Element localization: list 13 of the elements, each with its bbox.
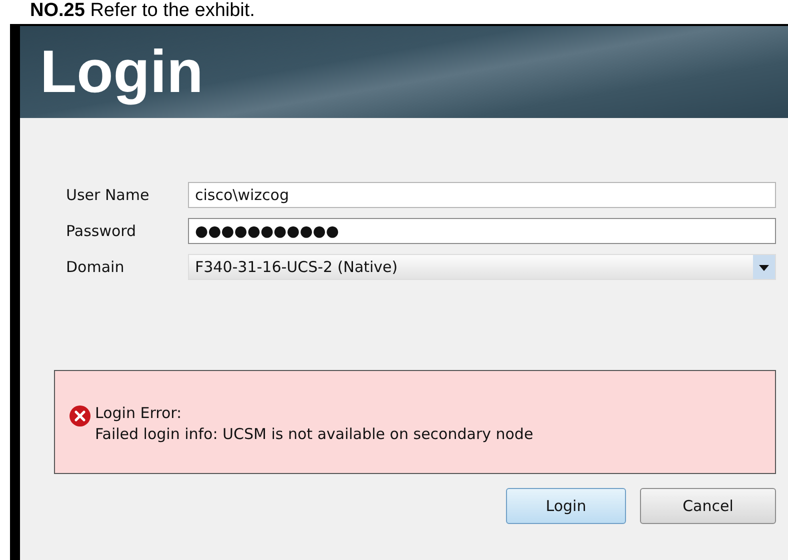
caption-text: NO.25 Refer to the exhibit. — [29, 0, 256, 22]
username-field[interactable]: cisco\wizcog — [188, 182, 776, 208]
domain-dropdown[interactable]: F340-31-16-UCS-2 (Native) — [188, 254, 776, 280]
password-field[interactable]: ●●●●●●●●●●● — [188, 218, 776, 244]
field-label: Password — [66, 222, 138, 240]
login-button[interactable]: Login — [506, 488, 626, 524]
error-title: Login Error: — [95, 403, 183, 424]
field-label: User Name — [66, 186, 150, 204]
dialog-title: Login — [40, 37, 204, 107]
error-message: Failed login info: UCSM is not available on secondary node — [95, 424, 534, 445]
cancel-button[interactable]: Cancel — [640, 488, 776, 524]
error-icon — [69, 405, 91, 427]
field-label: Domain — [66, 258, 126, 276]
